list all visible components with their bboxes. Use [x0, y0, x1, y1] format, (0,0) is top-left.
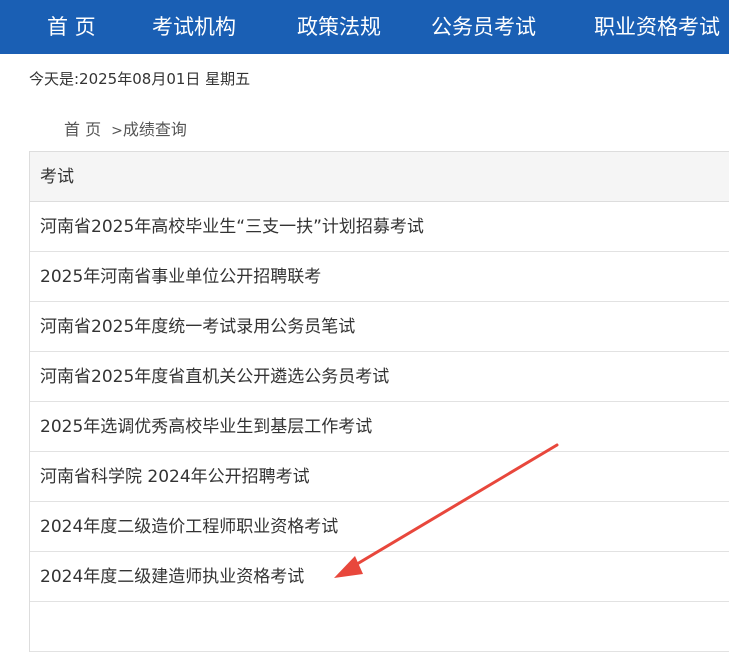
nav-item-home[interactable]: 首 页 — [47, 0, 96, 54]
exam-row[interactable]: 河南省2025年高校毕业生“三支一扶”计划招募考试 — [30, 202, 729, 252]
breadcrumb-current: 成绩查询 — [122, 120, 187, 139]
exam-row[interactable]: 2025年选调优秀高校毕业生到基层工作考试 — [30, 402, 729, 452]
exam-row[interactable]: 2024年度二级造价工程师职业资格考试 — [30, 502, 729, 552]
exam-row[interactable]: 河南省科学院 2024年公开招聘考试 — [30, 452, 729, 502]
exam-row[interactable]: 2024年度二级建造师执业资格考试 — [30, 552, 729, 602]
exam-row — [30, 602, 729, 652]
nav-item-professional-qualification-exams[interactable]: 职业资格考试 — [594, 0, 720, 54]
breadcrumb-home-link[interactable]: 首 页 — [64, 120, 101, 139]
exam-row[interactable]: 河南省2025年度统一考试录用公务员笔试 — [30, 302, 729, 352]
breadcrumb-separator: > — [111, 123, 123, 139]
table-header-exam: 考试 — [30, 152, 729, 202]
exam-results-table: 考试 河南省2025年高校毕业生“三支一扶”计划招募考试 2025年河南省事业单… — [29, 151, 729, 652]
exam-row[interactable]: 2025年河南省事业单位公开招聘联考 — [30, 252, 729, 302]
current-date: 今天是:2025年08月01日 星期五 — [29, 70, 251, 88]
nav-item-exam-agencies[interactable]: 考试机构 — [152, 0, 236, 54]
nav-item-civil-service-exams[interactable]: 公务员考试 — [431, 0, 536, 54]
top-navigation-bar: 首 页 考试机构 政策法规 公务员考试 职业资格考试 — [0, 0, 729, 54]
nav-item-policies-regulations[interactable]: 政策法规 — [297, 0, 381, 54]
exam-row[interactable]: 河南省2025年度省直机关公开遴选公务员考试 — [30, 352, 729, 402]
breadcrumb: 首 页 >成绩查询 — [64, 116, 187, 140]
